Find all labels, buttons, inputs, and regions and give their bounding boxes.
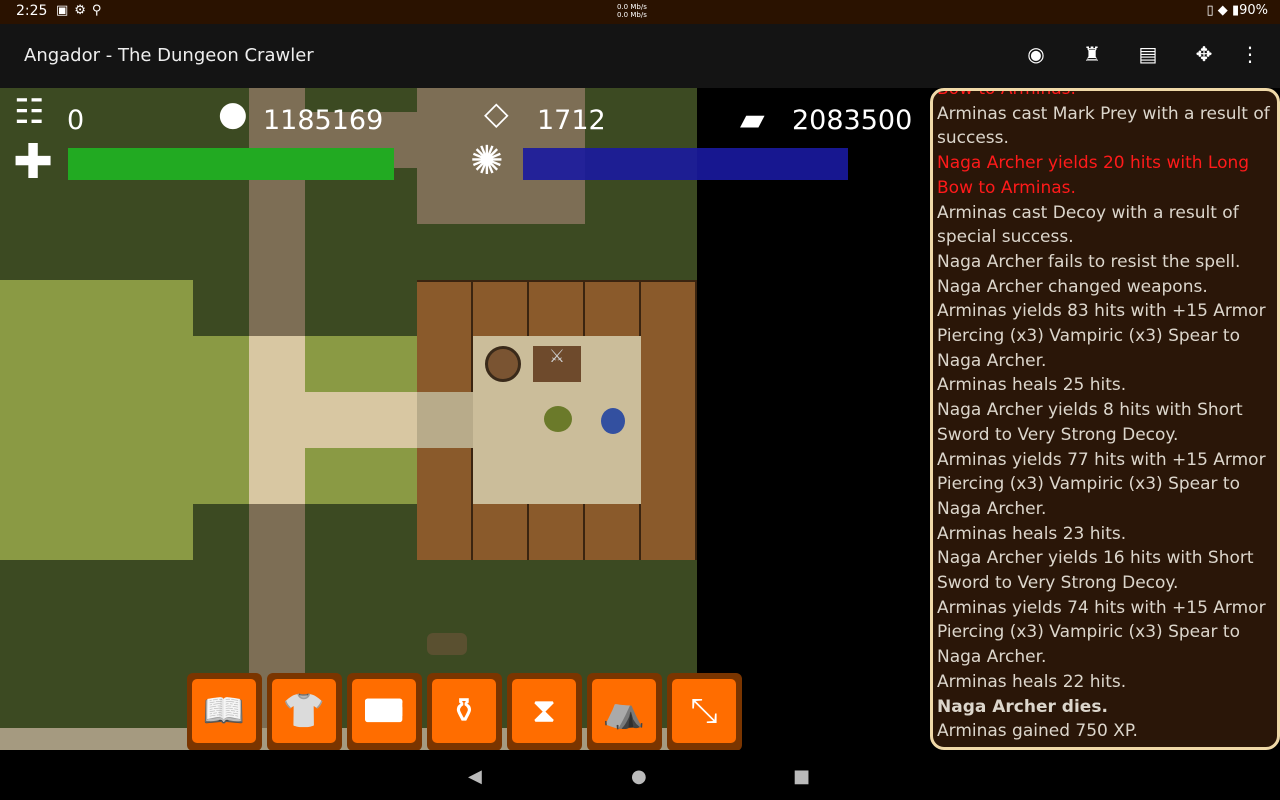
combat-log-entries: Bow to Arminas. Arminas cast Mark Prey wi… (937, 88, 1271, 744)
hourglass-button[interactable]: ⧗ (507, 673, 582, 751)
swap-arrows-icon: ⤡ (672, 679, 736, 743)
log-item-icon[interactable] (427, 633, 467, 655)
log-entry: Naga Archer yields 16 hits with Short Sw… (937, 548, 1254, 594)
add-monster-icon[interactable]: ✥ (1190, 42, 1218, 70)
camp-tent-icon: ⛺ (592, 679, 656, 743)
gems-icon: ◇ (484, 94, 509, 132)
log-entry: Arminas cast Mark Prey with a result of … (937, 103, 1270, 149)
navigation-bar: ◀ ● ■ (0, 750, 1280, 800)
app-bar: Angador - The Dungeon Crawler ◉ ♜ ▤ ✥ ⋮ (0, 24, 1280, 88)
potion-button[interactable]: ⚱ (427, 673, 502, 751)
spellbook-button[interactable]: 📖 (187, 673, 262, 751)
world-map-icon[interactable]: ◉ (1022, 42, 1050, 70)
door-opening (417, 392, 473, 448)
potion-icon: ⚱ (432, 679, 496, 743)
magic-burst-icon: ✺ (470, 138, 504, 184)
gold-bag-icon: ● (218, 94, 248, 134)
xp-value: 2083500 (792, 105, 913, 136)
equipment-button[interactable]: 👕 (267, 673, 342, 751)
net-down: 0.0 Mb/s (617, 11, 647, 19)
app-title: Angador - The Dungeon Crawler (24, 45, 314, 66)
chat-icon[interactable]: ▤ (1134, 42, 1162, 70)
log-entry: Arminas gained 750 XP. (937, 721, 1138, 742)
network-speed: 0.0 Mb/s 0.0 Mb/s (617, 3, 647, 19)
system-indicators: ▯ ◆ ▮90% (1207, 3, 1269, 18)
magic-bar (523, 148, 848, 180)
recents-icon[interactable]: ■ (793, 766, 810, 787)
party-icon[interactable]: ♜ (1078, 42, 1106, 70)
gold-value: 1185169 (263, 105, 384, 136)
barrel-icon[interactable] (485, 346, 521, 382)
net-up: 0.0 Mb/s (617, 3, 647, 11)
depth-value: 0 (67, 105, 85, 136)
log-entry: Naga Archer yields 8 hits with Short Swo… (937, 400, 1243, 445)
status-bar: 2:25 ▣⚙⚲ 0.0 Mb/s 0.0 Mb/s ▯ ◆ ▮90% (0, 0, 1280, 24)
lit-path-tile (249, 336, 305, 504)
swap-arrows-icon-glyph: ⤡ (690, 691, 718, 731)
book-xp-icon: ▰ (740, 100, 765, 138)
more-icon[interactable]: ⋮ (1236, 42, 1264, 70)
weapon-rack-icon[interactable]: ⚔ (533, 346, 581, 382)
player-arminas-sprite[interactable] (601, 408, 625, 434)
game-map[interactable]: ⚔ (0, 88, 697, 750)
equipment-icon: 👕 (272, 679, 336, 743)
grass-tile (0, 280, 193, 560)
battery-level: 90% (1239, 3, 1268, 18)
character-sheet-icon: 🪪 (352, 679, 416, 743)
equipment-icon-glyph: 👕 (282, 691, 326, 731)
log-entry: Naga Archer fails to resist the spell. (937, 251, 1241, 272)
spellbook-icon: 📖 (192, 679, 256, 743)
ladder-depth-icon: ☷ (14, 92, 45, 132)
log-entry: Naga Archer yields 20 hits with Long Bow… (937, 153, 1250, 198)
log-entry: Arminas heals 25 hits. (937, 375, 1127, 396)
log-entry: Bow to Arminas. (937, 88, 1076, 99)
lit-path-tile (305, 392, 417, 448)
camp-tent-icon-glyph: ⛺ (602, 691, 646, 731)
gems-value: 1712 (537, 105, 606, 136)
log-entry: Arminas heals 22 hits. (937, 671, 1127, 692)
swap-arrows-button[interactable]: ⤡ (667, 673, 742, 751)
notification-icons: ▣⚙⚲ (56, 3, 108, 18)
naga-archer-sprite[interactable] (544, 406, 572, 432)
combat-log[interactable]: Bow to Arminas. Arminas cast Mark Prey wi… (930, 88, 1280, 750)
back-icon[interactable]: ◀ (468, 766, 482, 787)
hourglass-icon-glyph: ⧗ (532, 691, 556, 731)
log-entry: Arminas heals 23 hits. (937, 523, 1127, 544)
character-sheet-icon-glyph: 🪪 (362, 691, 406, 731)
clock: 2:25 (16, 3, 48, 19)
wifi-icon: ◆ (1217, 3, 1228, 18)
log-entry: Naga Archer dies. (937, 696, 1108, 717)
home-icon[interactable]: ● (631, 766, 647, 787)
log-entry: Arminas yields 77 hits with +15 Armor Pi… (937, 449, 1266, 519)
health-bar (68, 148, 394, 180)
vibrate-icon: ▯ (1206, 3, 1214, 18)
log-entry: Arminas yields 83 hits with +15 Armor Pi… (937, 301, 1266, 371)
character-sheet-button[interactable]: 🪪 (347, 673, 422, 751)
hourglass-icon: ⧗ (512, 679, 576, 743)
log-entry: Arminas cast Decoy with a result of spec… (937, 202, 1239, 248)
potion-icon-glyph: ⚱ (449, 691, 479, 731)
log-entry: Arminas yields 74 hits with +15 Armor Pi… (937, 597, 1266, 668)
spellbook-icon-glyph: 📖 (202, 691, 246, 731)
camp-tent-button[interactable]: ⛺ (587, 673, 662, 751)
log-entry: Naga Archer changed weapons. (937, 276, 1208, 297)
health-cross-icon: ✚ (13, 134, 54, 190)
